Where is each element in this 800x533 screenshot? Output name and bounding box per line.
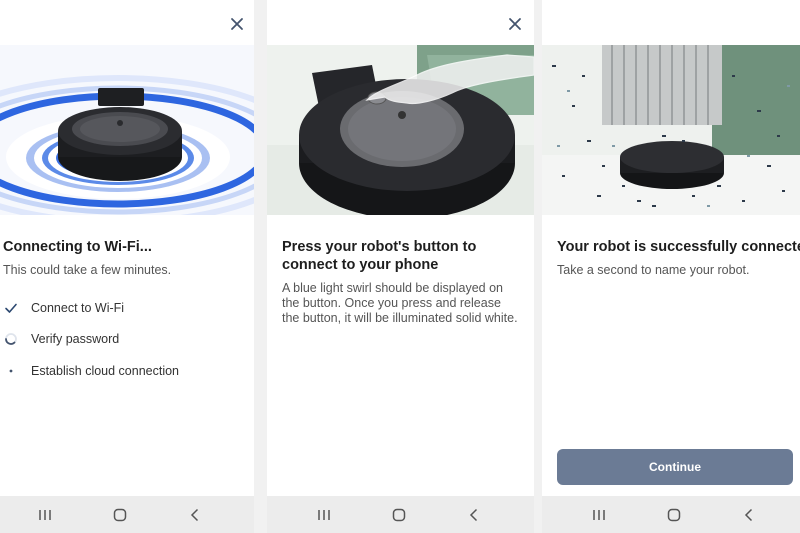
page-title: Press your robot's button to connect to …	[282, 239, 477, 273]
robot-confetti-illustration	[542, 45, 800, 215]
page-subtitle: Take a second to name your robot.	[557, 263, 750, 277]
android-nav-bar	[0, 496, 254, 533]
step-label: Verify password	[31, 332, 120, 346]
robot-button-illustration	[267, 45, 534, 215]
page-subtitle: This could take a few minutes.	[3, 263, 172, 277]
press-button-screen: Press your robot's button to connect to …	[267, 0, 534, 533]
back-icon[interactable]	[739, 505, 759, 525]
android-nav-bar	[542, 496, 800, 533]
page-title: Your robot is successfully connected!	[557, 239, 800, 255]
step-verify-password: Verify password	[0, 331, 254, 349]
step-connect-wifi: Connect to Wi-Fi	[0, 300, 254, 318]
page-title: Connecting to Wi-Fi...	[3, 239, 152, 255]
spinner-icon	[4, 332, 18, 346]
step-cloud-connection: Establish cloud connection	[0, 363, 254, 381]
back-icon[interactable]	[185, 505, 205, 525]
home-icon[interactable]	[110, 505, 130, 525]
step-label: Establish cloud connection	[31, 364, 180, 378]
close-icon[interactable]	[227, 14, 247, 34]
android-nav-bar	[267, 496, 534, 533]
step-label: Connect to Wi-Fi	[31, 301, 125, 315]
continue-button[interactable]: Continue	[557, 449, 793, 485]
back-icon[interactable]	[464, 505, 484, 525]
panel-divider	[254, 0, 267, 533]
wifi-connecting-screen: Connecting to Wi-Fi... This could take a…	[0, 0, 254, 533]
connected-success-screen: Your robot is successfully connected! Ta…	[542, 0, 800, 533]
home-icon[interactable]	[389, 505, 409, 525]
home-icon[interactable]	[664, 505, 684, 525]
bullet-icon	[4, 364, 18, 378]
page-body: A blue light swirl should be displayed o…	[282, 281, 518, 325]
checkmark-icon	[4, 301, 18, 315]
robot-wifi-illustration	[0, 45, 254, 215]
panel-divider	[534, 0, 542, 533]
recent-apps-icon[interactable]	[35, 505, 55, 525]
recent-apps-icon[interactable]	[314, 505, 334, 525]
close-icon[interactable]	[505, 14, 525, 34]
recent-apps-icon[interactable]	[589, 505, 609, 525]
